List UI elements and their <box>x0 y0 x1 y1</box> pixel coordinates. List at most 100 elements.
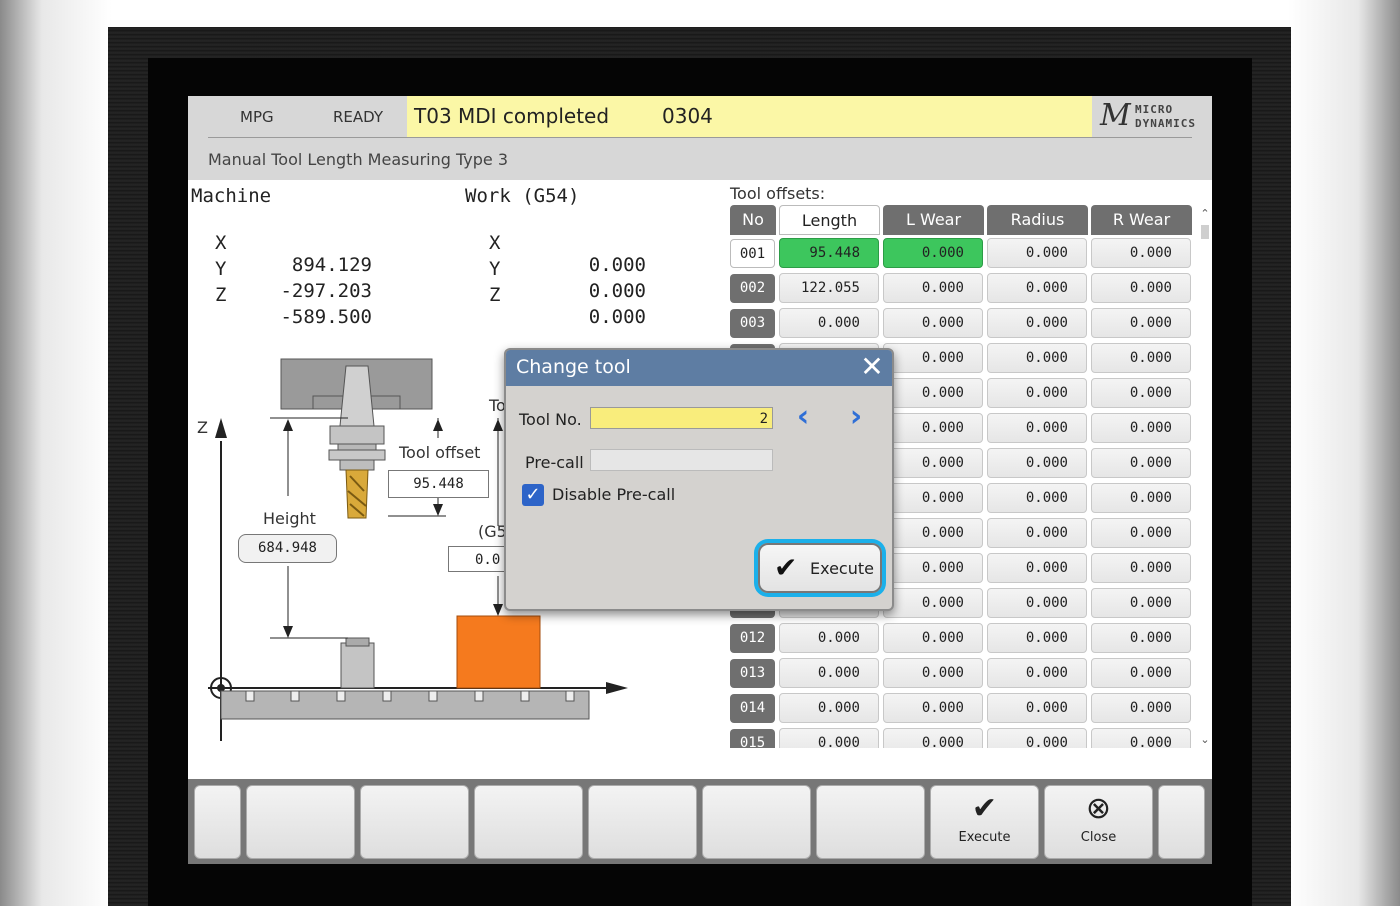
radius-cell[interactable]: 0.000 <box>987 588 1087 618</box>
tool-number-cell[interactable]: 002 <box>730 274 775 303</box>
radius-cell[interactable]: 0.000 <box>987 238 1087 268</box>
column-header-no[interactable]: No <box>730 205 776 235</box>
lwear-cell[interactable]: 0.000 <box>883 728 983 748</box>
chevron-right-icon[interactable]: › <box>841 402 871 432</box>
lwear-cell[interactable]: 0.000 <box>883 343 983 373</box>
lwear-cell[interactable]: 0.000 <box>883 273 983 303</box>
rwear-cell[interactable]: 0.000 <box>1091 728 1191 748</box>
column-header-length[interactable]: Length <box>779 205 880 235</box>
radius-cell[interactable]: 0.000 <box>987 553 1087 583</box>
status-bar: MPG READY T03 MDI completed 0304 M MICRO… <box>188 96 1212 138</box>
lwear-cell[interactable]: 0.000 <box>883 553 983 583</box>
lwear-cell[interactable]: 0.000 <box>883 693 983 723</box>
rwear-cell[interactable]: 0.000 <box>1091 238 1191 268</box>
table-row[interactable]: 013 0.000 0.000 0.000 0.000 <box>728 656 1198 691</box>
length-cell[interactable]: 0.000 <box>779 308 879 338</box>
softkey-5[interactable] <box>588 785 697 859</box>
table-row[interactable]: 001 95.448 0.000 0.000 0.000 <box>728 236 1198 271</box>
length-cell[interactable]: 122.055 <box>779 273 879 303</box>
chevron-left-icon[interactable]: ‹ <box>788 402 818 432</box>
table-scrollbar[interactable]: ⌃ ⌄ <box>1198 205 1212 748</box>
rwear-cell[interactable]: 0.000 <box>1091 553 1191 583</box>
length-cell[interactable]: 0.000 <box>779 728 879 748</box>
rwear-cell[interactable]: 0.000 <box>1091 518 1191 548</box>
radius-cell[interactable]: 0.000 <box>987 448 1087 478</box>
rwear-cell[interactable]: 0.000 <box>1091 448 1191 478</box>
radius-cell[interactable]: 0.000 <box>987 728 1087 748</box>
rwear-cell[interactable]: 0.000 <box>1091 693 1191 723</box>
tool-number-cell[interactable]: 012 <box>730 624 775 653</box>
rwear-cell[interactable]: 0.000 <box>1091 308 1191 338</box>
z-axis-arrow <box>215 418 227 438</box>
tool-no-input[interactable]: 2 <box>590 407 773 429</box>
precall-input[interactable] <box>590 449 773 471</box>
length-cell[interactable]: 0.000 <box>779 658 879 688</box>
table-row[interactable]: 014 0.000 0.000 0.000 0.000 <box>728 691 1198 726</box>
scroll-down-icon[interactable]: ⌄ <box>1198 733 1212 746</box>
column-header-l-wear[interactable]: L Wear <box>883 205 984 235</box>
table-row[interactable]: 015 0.000 0.000 0.000 0.000 <box>728 726 1198 748</box>
table-row[interactable]: 012 0.000 0.000 0.000 0.000 <box>728 621 1198 656</box>
execute-button[interactable]: ✔ Execute <box>758 543 882 593</box>
column-header-radius[interactable]: Radius <box>987 205 1088 235</box>
tool-number-cell[interactable]: 015 <box>730 729 775 748</box>
execute-button-label: Execute <box>810 559 874 578</box>
length-cell[interactable]: 0.000 <box>779 693 879 723</box>
lwear-cell[interactable]: 0.000 <box>883 413 983 443</box>
rwear-cell[interactable]: 0.000 <box>1091 273 1191 303</box>
lwear-cell[interactable]: 0.000 <box>883 448 983 478</box>
rwear-cell[interactable]: 0.000 <box>1091 623 1191 653</box>
tool-number-cell[interactable]: 014 <box>730 694 775 723</box>
radius-cell[interactable]: 0.000 <box>987 693 1087 723</box>
table-row[interactable]: 002 122.055 0.000 0.000 0.000 <box>728 271 1198 306</box>
tool-number-cell[interactable]: 003 <box>730 309 775 338</box>
table-row[interactable]: 003 0.000 0.000 0.000 0.000 <box>728 306 1198 341</box>
softkey-close[interactable]: ⊗ Close <box>1044 785 1153 859</box>
lwear-cell[interactable]: 0.000 <box>883 588 983 618</box>
radius-cell[interactable]: 0.000 <box>987 308 1087 338</box>
tool-number-cell[interactable]: 001 <box>730 239 775 268</box>
radius-cell[interactable]: 0.000 <box>987 623 1087 653</box>
radius-cell[interactable]: 0.000 <box>987 273 1087 303</box>
softkey-3[interactable] <box>360 785 469 859</box>
length-cell[interactable]: 0.000 <box>779 623 879 653</box>
rwear-cell[interactable]: 0.000 <box>1091 413 1191 443</box>
rwear-cell[interactable]: 0.000 <box>1091 588 1191 618</box>
work-y-row: Y 0.000 <box>464 236 654 302</box>
softkey-execute[interactable]: ✔ Execute <box>930 785 1039 859</box>
lwear-cell[interactable]: 0.000 <box>883 238 983 268</box>
checkmark-icon: ✔ <box>971 791 998 826</box>
radius-cell[interactable]: 0.000 <box>987 518 1087 548</box>
softkey-2[interactable] <box>246 785 355 859</box>
radius-cell[interactable]: 0.000 <box>987 658 1087 688</box>
rwear-cell[interactable]: 0.000 <box>1091 378 1191 408</box>
lwear-cell[interactable]: 0.000 <box>883 658 983 688</box>
page-title: Manual Tool Length Measuring Type 3 <box>208 150 509 169</box>
softkey-7[interactable] <box>816 785 925 859</box>
disable-precall-checkbox[interactable]: ✓ <box>522 484 544 506</box>
lwear-cell[interactable]: 0.000 <box>883 623 983 653</box>
softkey-4[interactable] <box>474 785 583 859</box>
rwear-cell[interactable]: 0.000 <box>1091 483 1191 513</box>
radius-cell[interactable]: 0.000 <box>987 413 1087 443</box>
rwear-cell[interactable]: 0.000 <box>1091 343 1191 373</box>
softkey-1[interactable] <box>194 785 241 859</box>
scroll-up-icon[interactable]: ⌃ <box>1198 207 1212 220</box>
lwear-cell[interactable]: 0.000 <box>883 308 983 338</box>
length-cell[interactable]: 95.448 <box>779 238 879 268</box>
lwear-cell[interactable]: 0.000 <box>883 518 983 548</box>
close-icon[interactable]: ✕ <box>858 353 886 381</box>
lwear-cell[interactable]: 0.000 <box>883 483 983 513</box>
scroll-thumb[interactable] <box>1201 225 1209 239</box>
softkey-10[interactable] <box>1158 785 1205 859</box>
radius-cell[interactable]: 0.000 <box>987 378 1087 408</box>
softkey-6[interactable] <box>702 785 811 859</box>
height-arrow-up <box>283 419 293 431</box>
rwear-cell[interactable]: 0.000 <box>1091 658 1191 688</box>
radius-cell[interactable]: 0.000 <box>987 343 1087 373</box>
column-header-r-wear[interactable]: R Wear <box>1091 205 1192 235</box>
work-offset-label-partial: (G5 <box>478 522 507 541</box>
tool-number-cell[interactable]: 013 <box>730 659 775 688</box>
radius-cell[interactable]: 0.000 <box>987 483 1087 513</box>
lwear-cell[interactable]: 0.000 <box>883 378 983 408</box>
